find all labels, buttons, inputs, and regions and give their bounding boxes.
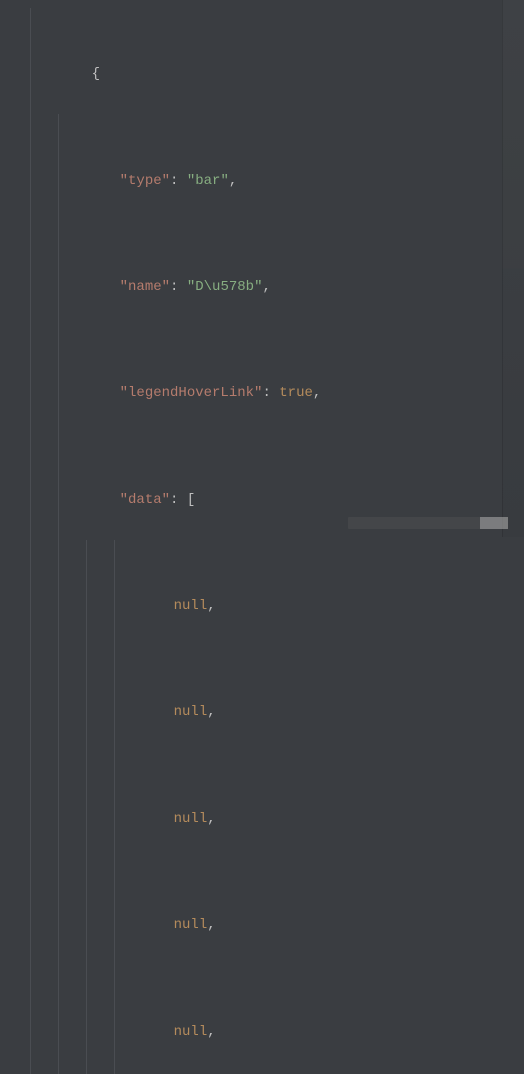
code-line: null,: [0, 753, 524, 859]
horizontal-scrollbar[interactable]: [348, 517, 508, 529]
code-line: {: [0, 8, 524, 114]
code-line: null,: [0, 646, 524, 752]
code-line: "legendHoverLink": true,: [0, 327, 524, 433]
minimap[interactable]: [502, 0, 524, 537]
code-line: "name": "D\u578b",: [0, 221, 524, 327]
code-line: null,: [0, 1072, 524, 1074]
code-editor[interactable]: { "type": "bar", "name": "D\u578b", "leg…: [0, 0, 524, 537]
code-line: "type": "bar",: [0, 114, 524, 220]
code-line: null,: [0, 859, 524, 965]
code-line: null,: [0, 965, 524, 1071]
brace-open: {: [92, 66, 100, 82]
scrollbar-thumb[interactable]: [480, 517, 508, 529]
code-line: null,: [0, 540, 524, 646]
